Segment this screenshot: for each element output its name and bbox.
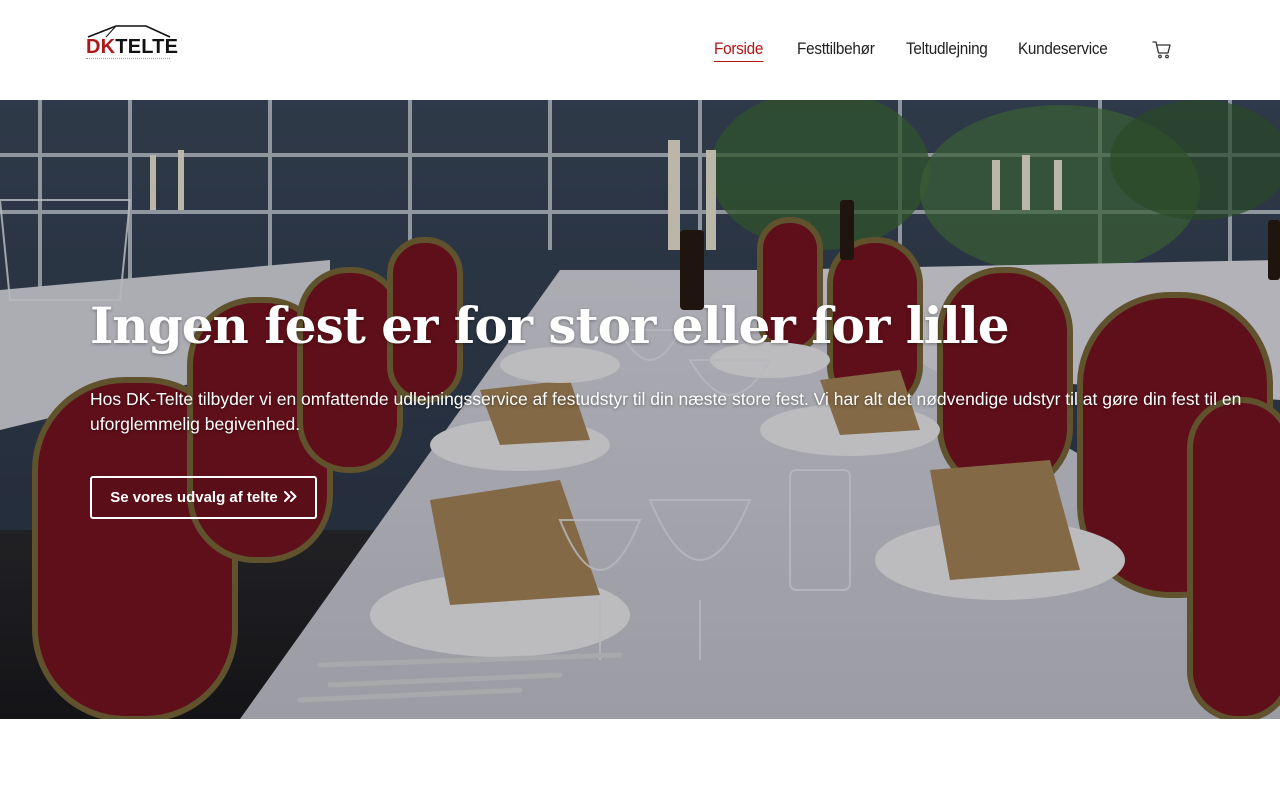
hero-section: Ingen fest er for stor eller for lille H…	[0, 100, 1280, 719]
double-chevron-right-icon	[283, 490, 297, 505]
see-tents-button[interactable]: Se vores udvalg af telte	[90, 476, 317, 519]
hero-title: Ingen fest er for stor eller for lille	[90, 296, 1010, 355]
site-header: DKTELTE Forside Festtilbehør Teltudlejni…	[0, 0, 1280, 100]
shopping-cart-icon[interactable]	[1152, 40, 1172, 60]
nav-item-teltudlejning[interactable]: Teltudlejning	[906, 38, 988, 60]
page-content-below-hero	[0, 719, 1280, 800]
nav-item-forside[interactable]: Forside	[714, 38, 763, 62]
hero-description: Hos DK-Telte tilbyder vi en omfattende u…	[90, 389, 1242, 434]
see-tents-button-label: Se vores udvalg af telte	[110, 489, 278, 506]
main-nav: Forside Festtilbehør Teltudlejning Kunde…	[0, 38, 1280, 64]
nav-item-kundeservice[interactable]: Kundeservice	[1018, 38, 1108, 60]
nav-item-festtilbehor[interactable]: Festtilbehør	[797, 38, 875, 60]
